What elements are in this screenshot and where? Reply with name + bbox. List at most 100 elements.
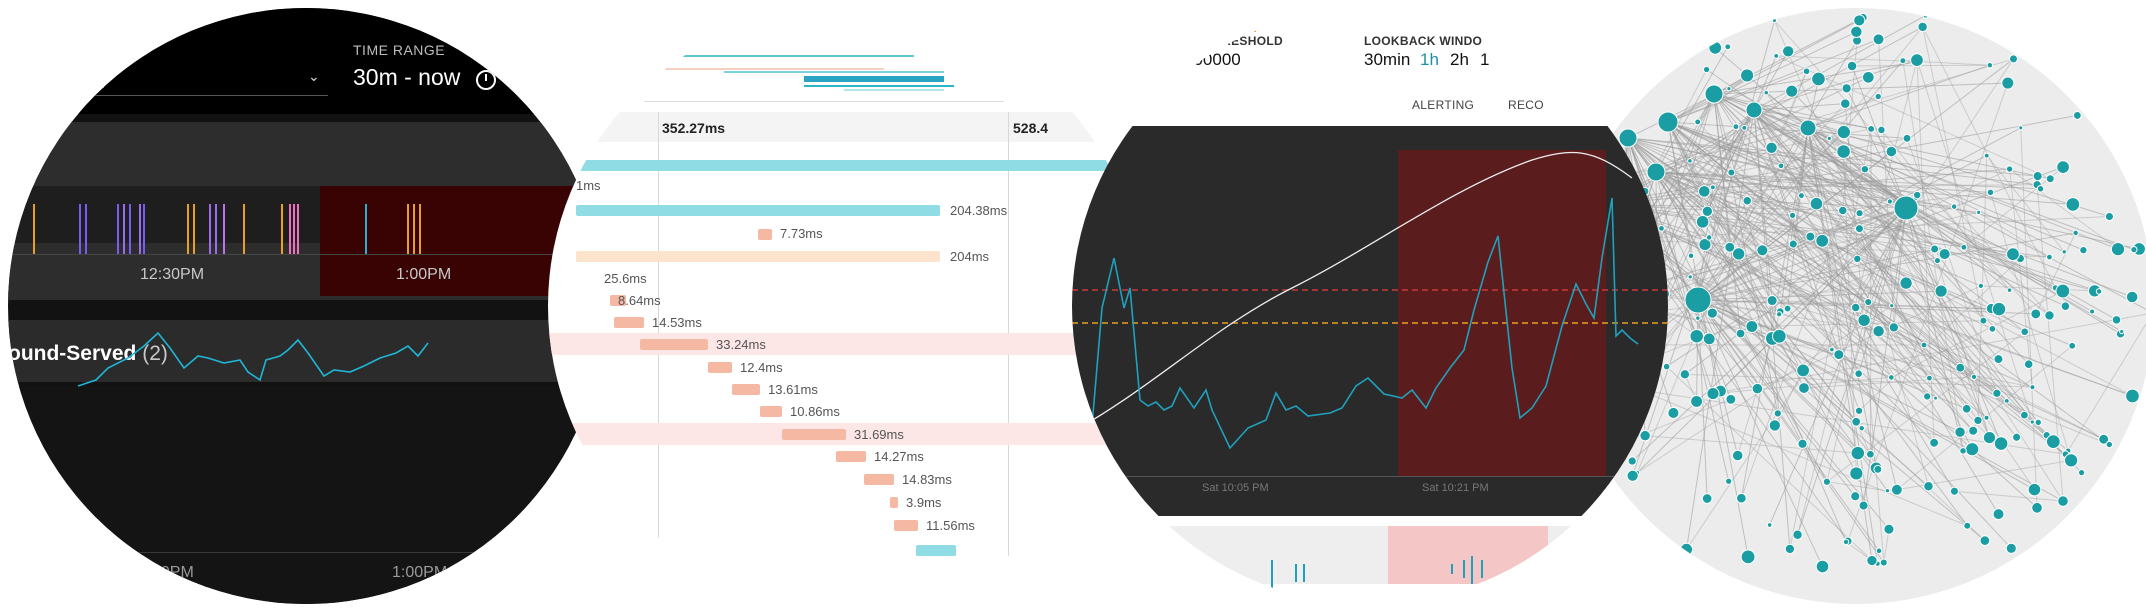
graph-node[interactable]: [1702, 332, 1716, 346]
graph-node[interactable]: [1875, 547, 1883, 555]
graph-node[interactable]: [2031, 501, 2043, 514]
graph-node[interactable]: [1706, 386, 1720, 401]
graph-node[interactable]: [2029, 384, 2036, 391]
graph-node[interactable]: [2005, 165, 2014, 173]
graph-node[interactable]: [1841, 83, 1852, 94]
span-bar[interactable]: [576, 205, 940, 216]
graph-node[interactable]: [1740, 549, 1756, 565]
graph-node[interactable]: [1858, 424, 1865, 432]
graph-node[interactable]: [1993, 354, 2004, 365]
graph-node[interactable]: [1866, 554, 1878, 567]
graph-node[interactable]: [1798, 382, 1810, 394]
graph-node[interactable]: [2072, 111, 2082, 120]
graph-node[interactable]: [1850, 445, 1866, 461]
graph-node[interactable]: [1949, 486, 1959, 496]
span-bar[interactable]: [614, 317, 644, 328]
graph-node[interactable]: [1890, 483, 1903, 496]
graph-node[interactable]: [2001, 76, 2015, 90]
graph-node[interactable]: [2006, 287, 2013, 293]
graph-node[interactable]: [1797, 192, 1805, 200]
graph-node[interactable]: [1781, 45, 1795, 58]
graph-node[interactable]: [2095, 288, 2103, 295]
graph-node[interactable]: [2008, 54, 2019, 64]
graph-node[interactable]: [2027, 482, 2042, 497]
graph-node[interactable]: [1850, 302, 1861, 313]
graph-node[interactable]: [1888, 322, 1900, 333]
graph-node[interactable]: [1959, 447, 1967, 455]
graph-node[interactable]: [1829, 346, 1835, 353]
graph-node[interactable]: [1694, 118, 1702, 126]
graph-node[interactable]: [1788, 239, 1798, 249]
graph-node[interactable]: [1783, 304, 1792, 313]
graph-node[interactable]: [1872, 33, 1885, 46]
graph-node[interactable]: [2012, 432, 2022, 442]
graph-node[interactable]: [1741, 124, 1748, 131]
graph-node[interactable]: [2044, 310, 2055, 321]
graph-node[interactable]: [2055, 283, 2071, 299]
graph-node[interactable]: [1912, 190, 1922, 200]
graph-node[interactable]: [1766, 295, 1778, 307]
graph-node[interactable]: [1751, 382, 1764, 395]
graph-node[interactable]: [1702, 65, 1711, 74]
graph-node[interactable]: [1923, 392, 1932, 401]
graph-node[interactable]: [2111, 315, 2122, 325]
graph-node[interactable]: [1970, 373, 1978, 381]
graph-node[interactable]: [1765, 141, 1778, 154]
graph-node[interactable]: [1922, 12, 1929, 19]
graph-node[interactable]: [1992, 508, 2005, 521]
graph-node[interactable]: [1766, 522, 1773, 528]
graph-node[interactable]: [1797, 438, 1808, 449]
trace-minimap[interactable]: [644, 38, 1004, 108]
graph-node[interactable]: [1695, 315, 1701, 321]
graph-node[interactable]: [1979, 535, 1991, 546]
graph-node[interactable]: [1965, 442, 1980, 457]
graph-node[interactable]: [1874, 92, 1882, 101]
graph-node[interactable]: [1802, 67, 1811, 76]
graph-node[interactable]: [1837, 205, 1848, 216]
graph-node[interactable]: [1811, 71, 1826, 87]
graph-node[interactable]: [1930, 244, 1940, 254]
graph-node[interactable]: [1853, 254, 1862, 264]
graph-node[interactable]: [1864, 297, 1873, 307]
span-bar[interactable]: [890, 497, 898, 508]
graph-node[interactable]: [1917, 21, 1928, 33]
graph-node[interactable]: [1705, 234, 1713, 241]
graph-node[interactable]: [1954, 426, 1966, 438]
graph-node[interactable]: [1993, 436, 2009, 451]
graph-node[interactable]: [1982, 430, 1997, 445]
span-bar[interactable]: [708, 362, 732, 373]
graph-node[interactable]: [2072, 229, 2079, 237]
graph-node[interactable]: [2119, 328, 2125, 335]
graph-node[interactable]: [1968, 425, 1979, 436]
graph-node[interactable]: [2060, 301, 2071, 311]
graph-node[interactable]: [1724, 43, 1732, 51]
graph-node[interactable]: [1991, 301, 2007, 317]
graph-node[interactable]: [1872, 324, 1885, 338]
graph-node[interactable]: [1768, 419, 1781, 432]
graph-node[interactable]: [2079, 245, 2088, 255]
graph-node[interactable]: [1867, 124, 1876, 133]
graph-node[interactable]: [1775, 311, 1783, 318]
graph-node[interactable]: [1910, 53, 1924, 67]
graph-node[interactable]: [1961, 403, 1972, 414]
graph-node[interactable]: [1866, 449, 1875, 459]
graph-node[interactable]: [1706, 307, 1718, 319]
graph-node[interactable]: [1854, 406, 1864, 415]
graph-node[interactable]: [1833, 349, 1845, 361]
graph-node[interactable]: [1846, 60, 1858, 72]
graph-node[interactable]: [1986, 188, 1995, 197]
graph-node[interactable]: [1826, 135, 1832, 142]
graph-node[interactable]: [1955, 362, 1966, 373]
graph-node[interactable]: [1745, 101, 1763, 119]
graph-node[interactable]: [1799, 119, 1817, 137]
graph-node[interactable]: [1687, 158, 1693, 164]
graph-node[interactable]: [1805, 231, 1816, 242]
graph-node[interactable]: [1708, 40, 1723, 55]
graph-node[interactable]: [1886, 198, 1893, 205]
highlighted-span-row[interactable]: [548, 423, 1144, 445]
graph-node[interactable]: [1742, 196, 1752, 206]
graph-node[interactable]: [1884, 488, 1891, 494]
graph-node[interactable]: [1893, 195, 1919, 221]
graph-node[interactable]: [1735, 328, 1746, 339]
graph-node[interactable]: [1725, 393, 1737, 405]
